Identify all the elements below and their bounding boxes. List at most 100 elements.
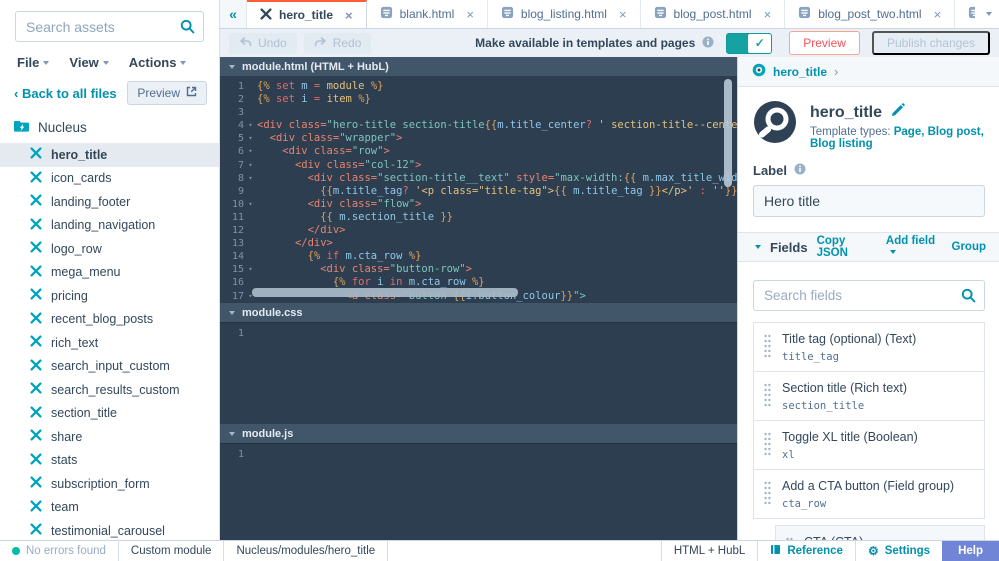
horizontal-scrollbar[interactable] [252, 288, 518, 297]
field-card-cta_row[interactable]: Add a CTA button (Field group) cta_row [753, 469, 985, 519]
fold-caret-icon[interactable]: ▾ [244, 172, 257, 185]
add-field-link[interactable]: Add field [886, 235, 941, 259]
redo-button[interactable]: Redo [303, 32, 372, 54]
field-card-cta[interactable]: CTA (CTA)cta [775, 525, 985, 540]
back-to-all-files-link[interactable]: ‹ Back to all files [14, 86, 117, 101]
edit-pencil-icon[interactable] [891, 103, 905, 122]
fold-caret-icon[interactable]: ▾ [244, 159, 257, 172]
module-html-code[interactable]: 1 {% set m = module %} 2 {% set i = item %}… [220, 76, 737, 303]
code-line[interactable]: 5 ▾ <div class="wrapper"> [220, 132, 737, 145]
tab-blog_post_two.html[interactable]: blog_post_two.html × [785, 0, 956, 28]
tabs-scroll-left-button[interactable]: « [220, 0, 247, 28]
code-line[interactable]: 1 {% set m = module %} [220, 80, 737, 93]
drag-handle-icon[interactable] [764, 430, 771, 461]
help-button[interactable]: Help [942, 541, 999, 561]
language-indicator[interactable]: HTML + HubL [660, 541, 757, 561]
tab-blog_post.html[interactable]: blog_post.html × [641, 0, 786, 28]
preview-file-button[interactable]: Preview [127, 81, 207, 105]
fold-caret-icon[interactable]: ▾ [244, 198, 257, 211]
sidebar-item-share[interactable]: share [0, 425, 219, 449]
menu-file[interactable]: File [17, 55, 50, 70]
field-card-title_tag[interactable]: Title tag (optional) (Text) title_tag [753, 322, 985, 372]
code-line[interactable]: 14 {% if m.cta_row %} [220, 250, 737, 263]
sidebar-item-search_results_custom[interactable]: search_results_custom [0, 378, 219, 402]
module-label-input[interactable] [753, 185, 985, 217]
copy-json-link[interactable]: Copy JSON [817, 235, 875, 259]
sidebar-item-section_title[interactable]: section_title [0, 402, 219, 426]
menu-view[interactable]: View [69, 55, 109, 70]
sidebar-item-recent_blog_posts[interactable]: recent_blog_posts [0, 308, 219, 332]
pane-header-module-html[interactable]: module.html (HTML + HubL) [220, 57, 737, 76]
code-line[interactable]: 4 ▾ <div class="hero-title section-title{{… [220, 119, 737, 132]
info-icon[interactable] [794, 163, 806, 178]
section-collapse-caret-icon[interactable] [755, 245, 761, 249]
close-icon[interactable]: × [619, 7, 627, 22]
tab-landing_page[interactable]: landing_page [955, 0, 975, 28]
close-icon[interactable]: × [764, 7, 772, 22]
availability-toggle[interactable]: ✓ [726, 32, 773, 54]
sidebar-item-rich_text[interactable]: rich_text [0, 331, 219, 355]
pane-header-module-css[interactable]: module.css [220, 303, 737, 322]
search-fields-input[interactable] [753, 280, 985, 311]
field-card-xl[interactable]: Toggle XL title (Boolean) xl [753, 420, 985, 470]
sidebar-item-landing_navigation[interactable]: landing_navigation [0, 214, 219, 238]
sidebar-item-logo_row[interactable]: logo_row [0, 237, 219, 261]
code-line[interactable]: 13 </div> [220, 237, 737, 250]
preview-button[interactable]: Preview [789, 31, 860, 55]
code-line[interactable]: 2 {% set i = item %} [220, 93, 737, 106]
tabs-overflow-button[interactable] [975, 0, 999, 28]
module-css-code[interactable]: 1 [220, 322, 737, 424]
settings-button[interactable]: ⚙ Settings [854, 541, 942, 561]
module-js-code[interactable]: 1 [220, 443, 737, 540]
publish-changes-button[interactable]: Publish changes [871, 31, 990, 55]
sidebar-item-team[interactable]: team [0, 496, 219, 520]
code-line[interactable]: 7 ▾ <div class="col-12"> [220, 159, 737, 172]
sidebar-item-search_input_custom[interactable]: search_input_custom [0, 355, 219, 379]
field-card-section_title[interactable]: Section title (Rich text) section_title [753, 371, 985, 421]
drag-handle-icon[interactable] [764, 332, 771, 363]
tab-blog_listing.html[interactable]: blog_listing.html × [488, 0, 641, 28]
fold-caret-icon[interactable]: ▾ [244, 145, 257, 158]
sidebar-item-pricing[interactable]: pricing [0, 284, 219, 308]
fold-caret-icon[interactable]: ▾ [244, 132, 257, 145]
code-line[interactable]: 6 ▾ <div class="row"> [220, 145, 737, 158]
sidebar-item-mega_menu[interactable]: mega_menu [0, 261, 219, 285]
info-icon[interactable] [702, 36, 714, 51]
pane-header-module-js[interactable]: module.js [220, 424, 737, 443]
code-line[interactable]: 10 ▾ <div class="flow"> [220, 198, 737, 211]
close-icon[interactable]: × [345, 8, 353, 23]
code-line[interactable]: 1 [220, 327, 737, 340]
fold-caret-icon[interactable]: ▾ [244, 119, 257, 132]
group-link[interactable]: Group [952, 241, 987, 253]
module-badge-icon [752, 63, 766, 80]
sidebar-item-subscription_form[interactable]: subscription_form [0, 472, 219, 496]
line-number: 1 [237, 81, 244, 92]
drag-handle-icon[interactable] [764, 479, 771, 510]
code-line[interactable]: 3 [220, 106, 737, 119]
code-line[interactable]: 1 [220, 448, 737, 461]
field-title: Section title (Rich text) [782, 381, 908, 395]
sidebar-item-icon_cards[interactable]: icon_cards [0, 167, 219, 191]
fold-caret-icon[interactable]: ▾ [244, 263, 257, 276]
code-line[interactable]: 9 {{m.title_tag? '<p class="title-tag">{… [220, 185, 737, 198]
undo-button[interactable]: Undo [229, 32, 297, 54]
sidebar-item-landing_footer[interactable]: landing_footer [0, 190, 219, 214]
breadcrumb-module-link[interactable]: hero_title [773, 65, 827, 79]
code-line[interactable]: 8 ▾ <div class="section-title__text" styl… [220, 172, 737, 185]
drag-handle-icon[interactable] [764, 381, 771, 412]
folder-nucleus[interactable]: Nucleus [0, 105, 219, 143]
sidebar-item-stats[interactable]: stats [0, 449, 219, 473]
vertical-scrollbar[interactable] [724, 79, 732, 187]
search-assets-input[interactable] [15, 11, 204, 42]
code-line[interactable]: 15 ▾ <div class="button-row"> [220, 263, 737, 276]
tab-hero_title[interactable]: hero_title × [247, 0, 367, 28]
close-icon[interactable]: × [934, 7, 942, 22]
menu-actions[interactable]: Actions [129, 55, 187, 70]
reference-button[interactable]: Reference [757, 541, 855, 561]
sidebar-item-testimonial_carousel[interactable]: testimonial_carousel [0, 519, 219, 540]
code-line[interactable]: 11 {{ m.section_title }} [220, 211, 737, 224]
tab-blank.html[interactable]: blank.html × [367, 0, 488, 28]
code-line[interactable]: 12 </div> [220, 224, 737, 237]
sidebar-item-hero_title[interactable]: hero_title [0, 143, 219, 167]
close-icon[interactable]: × [466, 7, 474, 22]
